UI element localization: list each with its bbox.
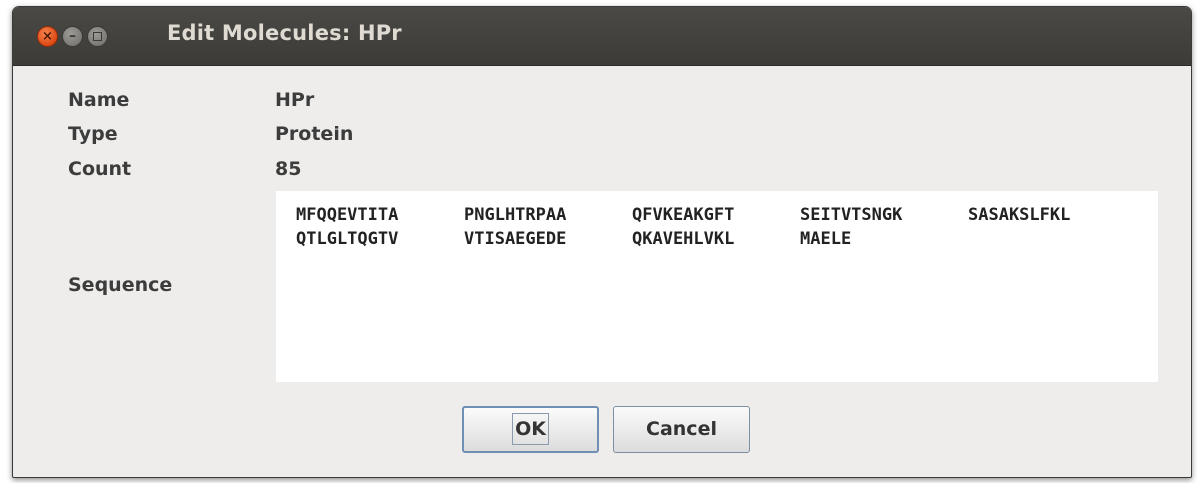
maximize-icon[interactable] — [87, 26, 108, 47]
sequence-group: MFQQEVTITA — [296, 205, 399, 225]
sequence-line-1: MFQQEVTITA PNGLHTRPAA QFVKEAKGFT SEITVTSNGK… — [296, 205, 1140, 229]
ok-button[interactable]: OK — [462, 406, 599, 453]
type-value: Protein — [275, 123, 354, 145]
sequence-group: QTLGLTQGTV — [296, 229, 399, 249]
close-icon[interactable]: × — [37, 26, 58, 47]
sequence-group: SASAKSLFKL — [968, 205, 1071, 225]
title-bar[interactable]: × – Edit Molecules: HPr — [13, 7, 1191, 66]
sequence-label: Sequence — [68, 274, 173, 296]
type-label: Type — [68, 123, 118, 145]
window-title: Edit Molecules: HPr — [167, 21, 402, 45]
edit-molecules-dialog: × – Edit Molecules: HPr Name HPr Type Pr… — [12, 6, 1192, 478]
sequence-group: SEITVTSNGK — [800, 205, 903, 225]
name-label: Name — [68, 89, 130, 111]
count-value: 85 — [275, 158, 302, 180]
name-value: HPr — [275, 89, 315, 111]
sequence-group: PNGLHTRPAA — [464, 205, 567, 225]
sequence-textarea[interactable]: MFQQEVTITA PNGLHTRPAA QFVKEAKGFT SEITVTSNGK… — [276, 191, 1158, 382]
sequence-group: MAELE — [800, 229, 852, 249]
minimize-icon[interactable]: – — [62, 26, 83, 47]
ok-button-label: OK — [512, 413, 549, 445]
sequence-group: QKAVEHLVKL — [632, 229, 735, 249]
count-label: Count — [68, 158, 132, 180]
sequence-line-2: QTLGLTQGTV VTISAEGEDE QKAVEHLVKL MAELE — [296, 229, 1140, 253]
cancel-button[interactable]: Cancel — [613, 406, 750, 453]
sequence-group: VTISAEGEDE — [464, 229, 567, 249]
sequence-group: QFVKEAKGFT — [632, 205, 735, 225]
